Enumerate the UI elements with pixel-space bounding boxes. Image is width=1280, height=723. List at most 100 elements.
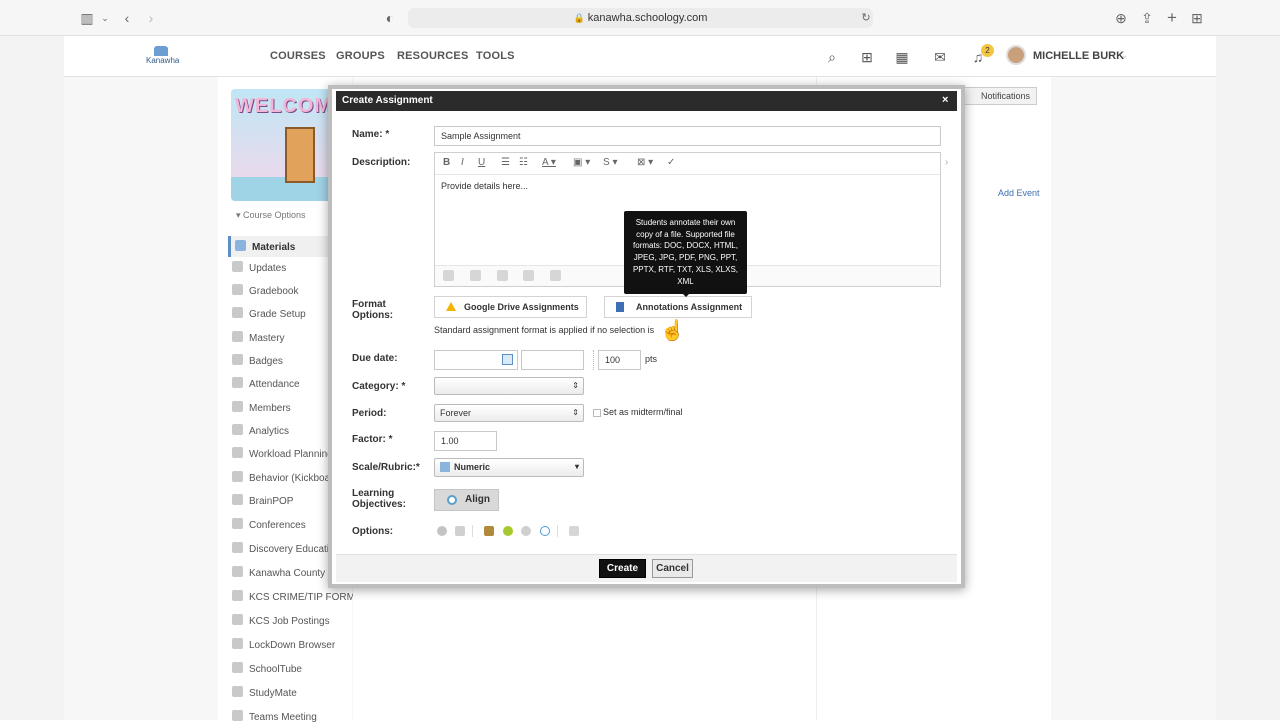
logo-mark-icon bbox=[154, 46, 168, 56]
avatar[interactable] bbox=[1006, 45, 1026, 65]
sidebar-item-kanawha-county[interactable]: Kanawha County Sc bbox=[232, 566, 340, 579]
badge-icon[interactable] bbox=[484, 526, 494, 536]
insert-content-icon[interactable]: ⊠ ▾ bbox=[637, 157, 653, 168]
forward-icon[interactable]: › bbox=[142, 9, 160, 27]
district-logo[interactable]: Kanawha bbox=[146, 46, 179, 66]
numbered-list-icon[interactable]: ☷ bbox=[519, 157, 528, 168]
download-icon[interactable]: ⊕ bbox=[1112, 9, 1130, 27]
highlight-color-icon[interactable]: ▣ ▾ bbox=[573, 157, 590, 168]
sidebar-item-members[interactable]: Members bbox=[232, 401, 291, 414]
midterm-checkbox[interactable] bbox=[593, 409, 601, 417]
strikethrough-icon[interactable]: S ▾ bbox=[603, 157, 617, 168]
user-name[interactable]: MICHELLE BURK bbox=[1033, 50, 1124, 62]
tab-overview-icon[interactable]: ⊞ bbox=[1188, 9, 1206, 27]
sidebar-item-analytics[interactable]: Analytics bbox=[232, 424, 289, 437]
group-icon[interactable] bbox=[437, 526, 447, 536]
category-label: Category: * bbox=[352, 381, 406, 392]
chevron-right-icon[interactable]: › bbox=[945, 157, 948, 168]
sidebar-item-brainpop[interactable]: BrainPOP bbox=[232, 494, 293, 507]
search-icon[interactable]: ⌕ bbox=[823, 48, 841, 66]
chevron-down-icon[interactable]: ⌄ bbox=[1120, 50, 1128, 61]
apps-grid-icon[interactable]: ⊞ bbox=[858, 48, 876, 66]
attach-icon[interactable] bbox=[443, 270, 454, 281]
close-icon[interactable]: × bbox=[942, 94, 948, 106]
sidebar-item-updates[interactable]: Updates bbox=[232, 261, 286, 274]
bullet-list-icon[interactable]: ☰ bbox=[501, 157, 510, 168]
underline-icon[interactable]: U bbox=[478, 157, 485, 168]
sidebar-item-workload-planning[interactable]: Workload Planning bbox=[232, 447, 333, 460]
add-event-link[interactable]: Add Event bbox=[998, 188, 1040, 198]
sidebar-item-schooltube[interactable]: SchoolTube bbox=[232, 662, 302, 675]
nav-tools[interactable]: TOOLS bbox=[476, 50, 515, 62]
sidebar-item-behavior[interactable]: Behavior (Kickboard bbox=[232, 471, 339, 484]
right-gutter bbox=[1216, 36, 1280, 720]
sidebar-item-discovery-education[interactable]: Discovery Educatio bbox=[232, 542, 335, 555]
copy-icon[interactable] bbox=[569, 526, 579, 536]
divider bbox=[557, 525, 558, 537]
editor-toolbar: B I U ☰ ☷ A ▾ ▣ ▾ S ▾ ⊠ ▾ ✓ bbox=[435, 153, 940, 175]
midterm-label[interactable]: Set as midterm/final bbox=[603, 407, 683, 417]
comment-icon[interactable] bbox=[540, 526, 550, 536]
brainpop-icon bbox=[232, 494, 243, 505]
name-field[interactable]: Sample Assignment bbox=[434, 126, 941, 146]
messages-icon[interactable]: ✉ bbox=[931, 48, 949, 66]
cancel-button[interactable]: Cancel bbox=[652, 559, 693, 578]
align-button[interactable]: Align bbox=[434, 489, 499, 511]
due-time-field[interactable] bbox=[521, 350, 584, 370]
create-button[interactable]: Create bbox=[599, 559, 646, 578]
sidebar-item-lockdown-browser[interactable]: LockDown Browser bbox=[232, 638, 335, 651]
lock-icon[interactable] bbox=[455, 526, 465, 536]
italic-icon[interactable]: I bbox=[461, 157, 464, 168]
due-date-field[interactable] bbox=[434, 350, 518, 370]
category-select[interactable]: ⇕ bbox=[434, 377, 584, 395]
lock-icon: 🔒 bbox=[573, 13, 585, 23]
annotations-tooltip: Students annotate their own copy of a fi… bbox=[624, 211, 747, 294]
spellcheck-icon[interactable]: ✓ bbox=[667, 157, 675, 168]
back-icon[interactable]: ‹ bbox=[118, 9, 136, 27]
file-icon[interactable] bbox=[497, 270, 508, 281]
sidebar-item-conferences[interactable]: Conferences bbox=[232, 518, 306, 531]
dialog-footer bbox=[336, 554, 957, 582]
sidebar-item-grade-setup[interactable]: Grade Setup bbox=[232, 307, 306, 320]
points-field[interactable]: 100 bbox=[598, 350, 641, 370]
scale-rubric-select[interactable]: Numeric ▾ bbox=[434, 458, 584, 477]
calendar-icon[interactable] bbox=[502, 354, 513, 365]
font-color-icon[interactable]: A ▾ bbox=[542, 157, 556, 168]
table-icon[interactable] bbox=[550, 270, 561, 281]
notifications-button[interactable]: Notifications bbox=[963, 87, 1037, 105]
sidebar-item-kcs-job-postings[interactable]: KCS Job Postings bbox=[232, 614, 330, 627]
attendance-icon bbox=[232, 377, 243, 388]
equation-icon[interactable] bbox=[523, 270, 534, 281]
due-date-label: Due date: bbox=[352, 353, 398, 364]
calendar-icon[interactable]: ▦ bbox=[893, 48, 911, 66]
scale-rubric-label: Scale/Rubric:* bbox=[352, 462, 420, 473]
course-options-toggle[interactable]: ▾ Course Options bbox=[236, 210, 306, 221]
description-placeholder[interactable]: Provide details here... bbox=[441, 181, 528, 191]
nav-resources[interactable]: RESOURCES bbox=[397, 50, 468, 62]
link-icon[interactable] bbox=[470, 270, 481, 281]
sidebar-icon[interactable]: ▥ bbox=[78, 9, 96, 27]
url-bar[interactable]: 🔒 kanawha.schoology.com bbox=[408, 8, 873, 28]
sidebar-item-studymate[interactable]: StudyMate bbox=[232, 686, 297, 699]
sidebar-item-badges[interactable]: Badges bbox=[232, 354, 283, 367]
chevron-down-icon[interactable]: ⌄ bbox=[96, 9, 114, 27]
status-green-icon[interactable] bbox=[503, 526, 513, 536]
google-drive-assignments-button[interactable]: Google Drive Assignments bbox=[434, 296, 587, 318]
new-tab-icon[interactable]: + bbox=[1163, 9, 1181, 27]
sidebar-item-kcs-crime-tip[interactable]: KCS CRIME/TIP FORM bbox=[232, 590, 355, 603]
sidebar-item-teams-meeting[interactable]: Teams Meeting bbox=[232, 710, 317, 723]
factor-field[interactable]: 1.00 bbox=[434, 431, 497, 451]
bold-icon[interactable]: B bbox=[443, 157, 450, 168]
status-gray-icon[interactable] bbox=[521, 526, 531, 536]
sidebar-item-gradebook[interactable]: Gradebook bbox=[232, 284, 298, 297]
learning-objectives-label: Learning Objectives: bbox=[352, 488, 406, 510]
nav-groups[interactable]: GROUPS bbox=[336, 50, 385, 62]
shield-icon[interactable]: ◐ bbox=[381, 9, 399, 27]
period-select[interactable]: Forever ⇕ bbox=[434, 404, 584, 422]
annotations-assignment-button[interactable]: Annotations Assignment bbox=[604, 296, 752, 318]
sidebar-item-attendance[interactable]: Attendance bbox=[232, 377, 300, 390]
reload-icon[interactable]: ↻ bbox=[857, 9, 875, 27]
sidebar-item-mastery[interactable]: Mastery bbox=[232, 331, 285, 344]
share-icon[interactable]: ⇪ bbox=[1138, 9, 1156, 27]
nav-courses[interactable]: COURSES bbox=[270, 50, 326, 62]
